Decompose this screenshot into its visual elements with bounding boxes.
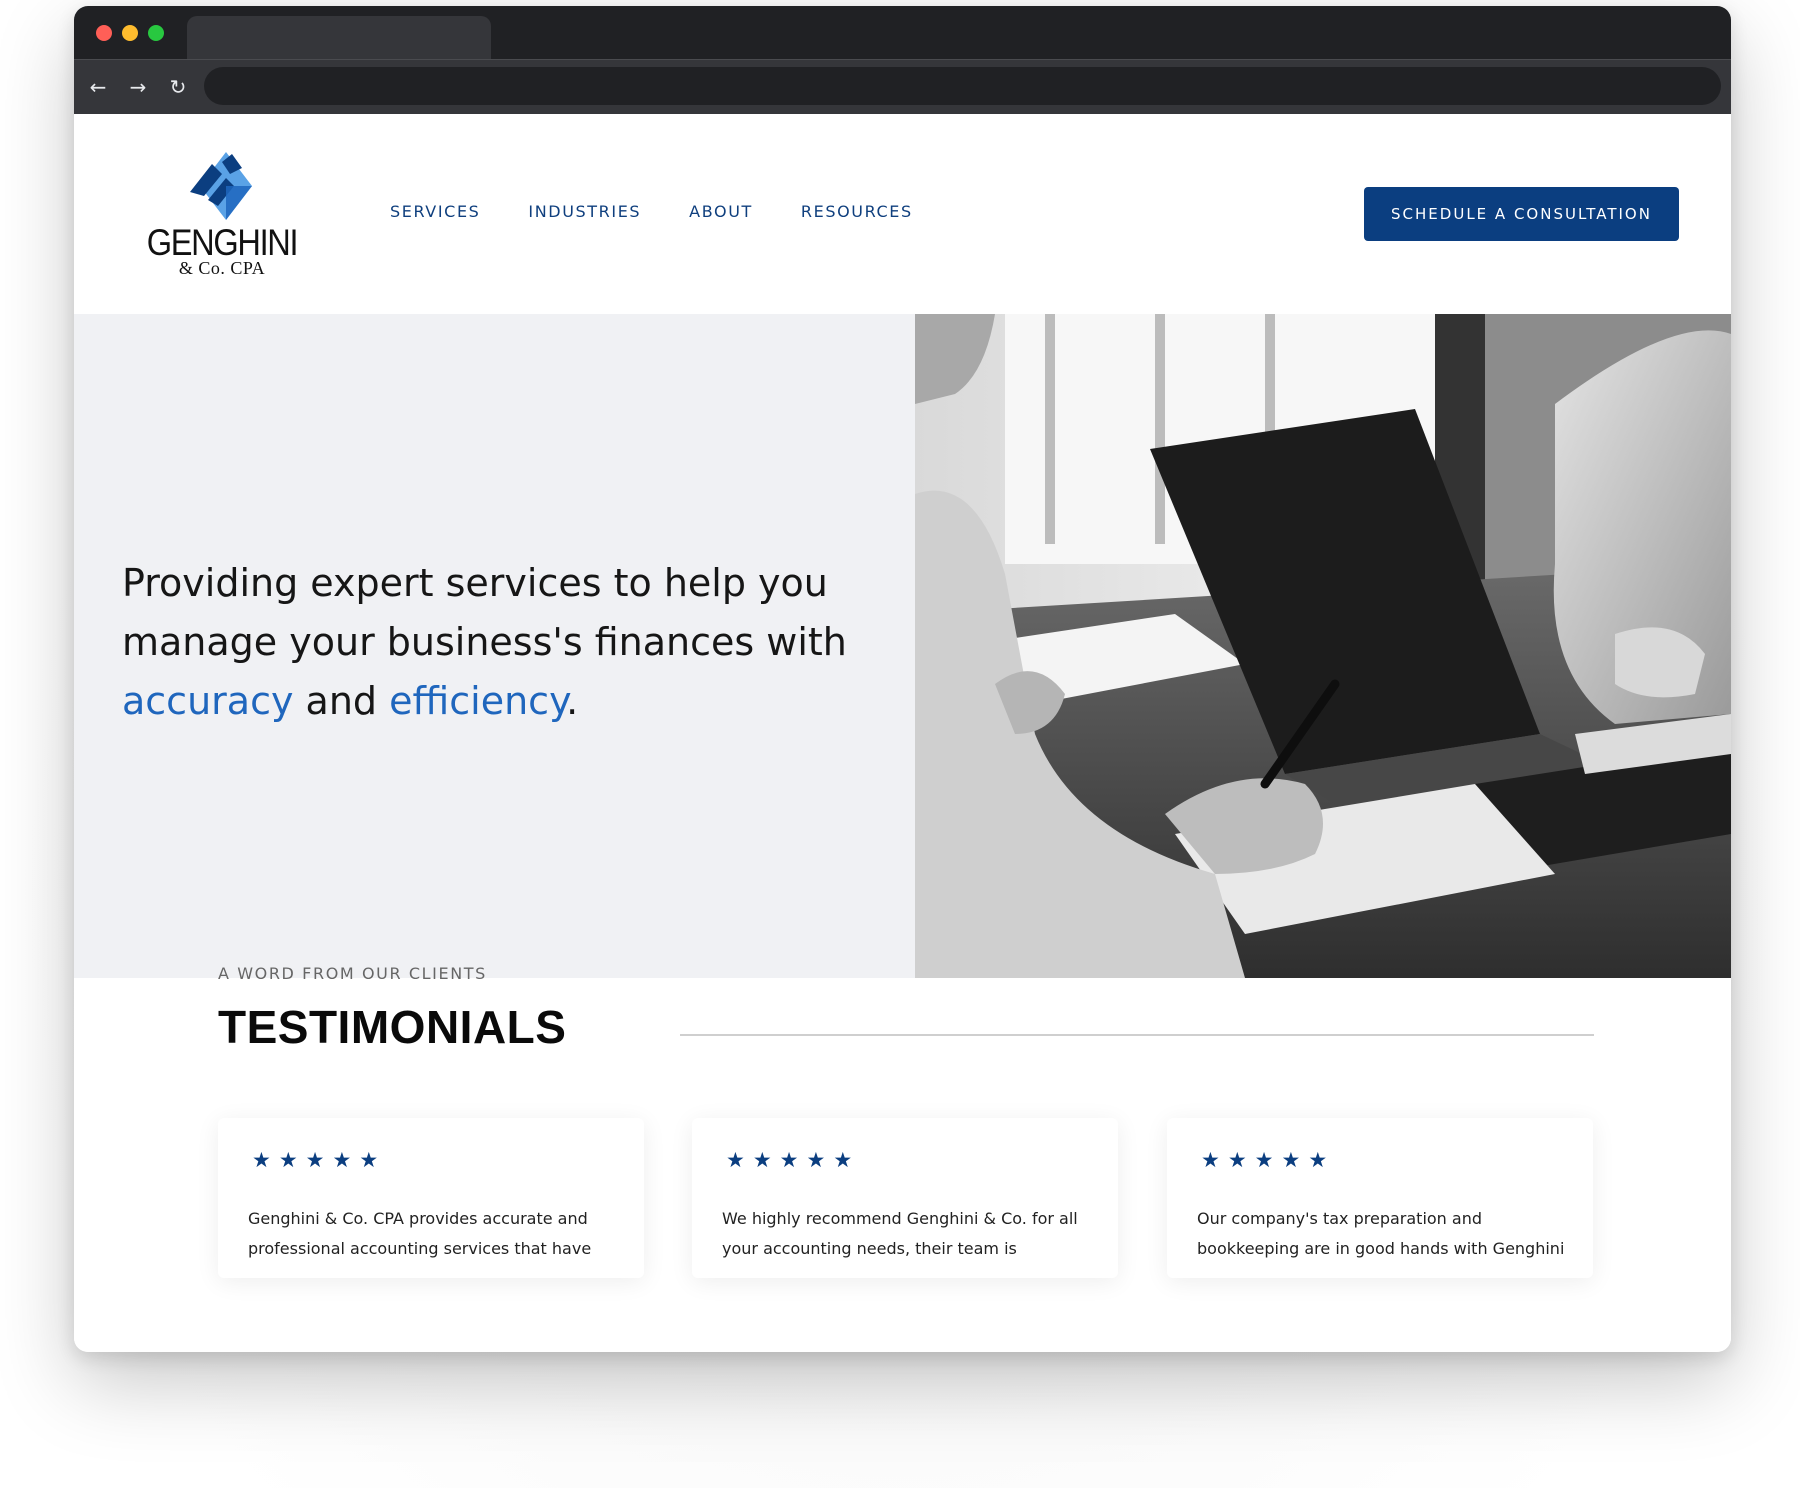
nav-item-services[interactable]: SERVICES	[390, 202, 480, 221]
title-divider	[680, 1034, 1594, 1036]
reload-icon[interactable]: ↻	[164, 73, 192, 101]
minimize-window-button[interactable]	[122, 25, 138, 41]
star-icon: ★	[252, 1148, 271, 1172]
star-rating: ★ ★ ★ ★ ★	[1201, 1148, 1327, 1172]
testimonials-eyebrow: A WORD FROM OUR CLIENTS	[218, 964, 487, 983]
brand-subtitle: & Co. CPA	[178, 258, 266, 278]
website: GENGHINI & Co. CPA SERVICES INDUSTRIES A…	[74, 114, 1731, 1352]
star-rating: ★ ★ ★ ★ ★	[252, 1148, 378, 1172]
main-navigation: SERVICES INDUSTRIES ABOUT RESOURCES	[390, 202, 961, 221]
star-icon: ★	[1308, 1148, 1328, 1172]
star-icon: ★	[278, 1148, 298, 1172]
hero-punctuation: .	[566, 679, 579, 723]
star-icon: ★	[806, 1148, 826, 1172]
site-header: GENGHINI & Co. CPA SERVICES INDUSTRIES A…	[74, 114, 1731, 314]
star-icon: ★	[752, 1148, 772, 1172]
browser-tab[interactable]	[187, 16, 491, 59]
maximize-window-button[interactable]	[148, 25, 164, 41]
star-icon: ★	[332, 1148, 352, 1172]
browser-toolbar: ← → ↻	[74, 59, 1731, 114]
testimonial-text: Our company's tax preparation and bookke…	[1197, 1209, 1565, 1258]
brand-logo[interactable]: GENGHINI & Co. CPA	[136, 152, 308, 280]
address-bar[interactable]	[204, 67, 1721, 105]
back-arrow-icon[interactable]: ←	[84, 73, 112, 101]
testimonials-title: TESTIMONIALS	[218, 1001, 567, 1053]
star-icon: ★	[1201, 1148, 1220, 1172]
office-meeting-photo	[915, 314, 1731, 978]
hero-headline: Providing expert services to help you ma…	[122, 554, 882, 731]
star-icon: ★	[833, 1148, 853, 1172]
hero-headline-prefix: Providing expert services to help you ma…	[122, 561, 847, 664]
nav-item-resources[interactable]: RESOURCES	[801, 202, 913, 221]
star-icon: ★	[779, 1148, 799, 1172]
star-icon: ★	[1254, 1148, 1274, 1172]
star-icon: ★	[305, 1148, 325, 1172]
star-icon: ★	[726, 1148, 745, 1172]
nav-item-about[interactable]: ABOUT	[689, 202, 753, 221]
testimonial-text: We highly recommend Genghini & Co. for a…	[722, 1209, 1078, 1258]
forward-arrow-icon[interactable]: →	[124, 73, 152, 101]
page-backdrop: ← → ↻ GENGHINI & Co. CPA SERVICES INDUST…	[0, 0, 1800, 1488]
diamond-logo-icon	[190, 152, 252, 220]
testimonial-card: ★ ★ ★ ★ ★ Genghini & Co. CPA provides ac…	[218, 1118, 644, 1278]
hero-photo	[915, 314, 1731, 978]
testimonial-card: ★ ★ ★ ★ ★ We highly recommend Genghini &…	[692, 1118, 1118, 1278]
star-rating: ★ ★ ★ ★ ★	[726, 1148, 852, 1172]
star-icon: ★	[1227, 1148, 1247, 1172]
testimonial-card: ★ ★ ★ ★ ★ Our company's tax preparation …	[1167, 1118, 1593, 1278]
star-icon: ★	[1281, 1148, 1301, 1172]
nav-item-industries[interactable]: INDUSTRIES	[528, 202, 641, 221]
hero-text-panel: Providing expert services to help you ma…	[74, 314, 915, 978]
hero-accent-accuracy: accuracy	[122, 679, 294, 723]
hero-accent-efficiency: efficiency	[389, 679, 567, 723]
star-icon: ★	[359, 1148, 379, 1172]
schedule-consultation-button[interactable]: SCHEDULE A CONSULTATION	[1364, 187, 1679, 241]
browser-window: ← → ↻ GENGHINI & Co. CPA SERVICES INDUST…	[74, 6, 1731, 1352]
browser-tab-strip	[74, 6, 1731, 59]
testimonial-text: Genghini & Co. CPA provides accurate and…	[248, 1209, 592, 1258]
close-window-button[interactable]	[96, 25, 112, 41]
hero-connector: and	[305, 679, 378, 723]
